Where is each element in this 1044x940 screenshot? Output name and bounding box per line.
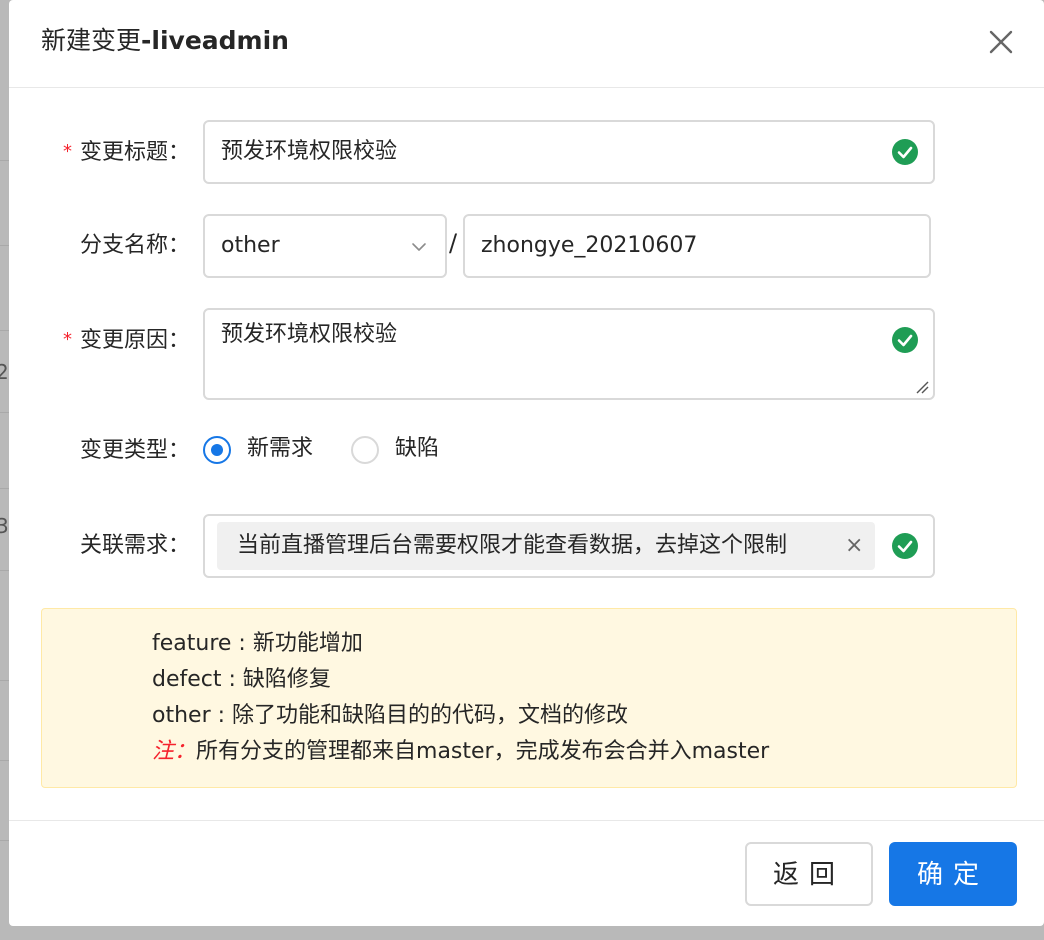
- related-requirement-label: 关联需求：: [79, 533, 190, 558]
- required-marker: *: [62, 141, 72, 162]
- change-title-input[interactable]: 预发环境权限校验: [203, 120, 935, 184]
- change-title-value: 预发环境权限校验: [221, 139, 398, 164]
- notice-note: 注：所有分支的管理都来自master，完成发布会合并入master: [152, 737, 769, 767]
- confirm-button[interactable]: 确定: [889, 842, 1017, 906]
- radio-selected-dot: [211, 444, 223, 456]
- branch-type-value: other: [221, 233, 280, 258]
- branch-name-input[interactable]: zhongye_20210607: [463, 214, 931, 278]
- change-type-label: 变更类型：: [79, 438, 190, 463]
- notice-feature: feature : 新功能增加: [152, 631, 363, 656]
- dialog-footer-divider: [9, 820, 1044, 821]
- notice-note-prefix: 注：: [152, 739, 197, 764]
- notice-note-text: 所有分支的管理都来自master，完成发布会合并入master: [196, 739, 770, 764]
- tag-remove-icon[interactable]: ×: [845, 533, 863, 559]
- branch-type-notice: feature : 新功能增加 defect : 缺陷修复 other : 除了…: [41, 608, 1017, 788]
- background-text: 2: [0, 360, 9, 384]
- radio-new-requirement-label[interactable]: 新需求: [247, 434, 313, 464]
- branch-name-value: zhongye_20210607: [481, 233, 698, 258]
- branch-separator: /: [449, 229, 458, 257]
- notice-defect: defect : 缺陷修复: [152, 667, 331, 692]
- dialog-header: 新建变更-liveadmin: [9, 0, 1044, 88]
- related-requirement-tag-text: 当前直播管理后台需要权限才能查看数据，去掉这个限制: [237, 533, 788, 558]
- check-circle-icon: [892, 139, 918, 165]
- new-change-dialog: 新建变更-liveadmin * 变更标题： 预发环境权限校验 分支名称： oth…: [9, 0, 1044, 926]
- change-reason-value: 预发环境权限校验: [221, 322, 398, 347]
- change-title-label: * 变更标题：: [9, 137, 190, 168]
- chevron-down-icon: [412, 243, 426, 251]
- dialog-title: 新建变更-liveadmin: [41, 24, 289, 58]
- change-reason-label-text: 变更原因：: [79, 328, 190, 353]
- change-reason-textarea[interactable]: 预发环境权限校验: [203, 308, 935, 400]
- dialog-title-prefix: 新建变更: [41, 26, 142, 55]
- radio-new-requirement[interactable]: [203, 436, 231, 464]
- change-title-label-text: 变更标题：: [79, 140, 190, 165]
- radio-defect[interactable]: [351, 436, 379, 464]
- branch-type-select[interactable]: other: [203, 214, 447, 278]
- check-circle-icon: [892, 533, 918, 559]
- related-requirement-select[interactable]: 当前直播管理后台需要权限才能查看数据，去掉这个限制 ×: [203, 514, 935, 578]
- back-button[interactable]: 返回: [745, 842, 873, 906]
- check-circle-icon: [892, 327, 918, 353]
- radio-defect-label[interactable]: 缺陷: [395, 434, 439, 464]
- notice-other: other : 除了功能和缺陷目的的代码，文档的修改: [152, 703, 629, 728]
- close-icon: [989, 30, 1013, 54]
- resize-handle-icon[interactable]: [915, 380, 929, 394]
- related-requirement-tag: 当前直播管理后台需要权限才能查看数据，去掉这个限制 ×: [217, 522, 875, 570]
- change-reason-label: * 变更原因：: [9, 325, 190, 356]
- required-marker: *: [62, 329, 72, 350]
- close-button[interactable]: [985, 26, 1017, 58]
- branch-name-label: 分支名称：: [79, 233, 190, 258]
- background-text: 3: [0, 514, 9, 538]
- dialog-title-project: -liveadmin: [141, 26, 289, 55]
